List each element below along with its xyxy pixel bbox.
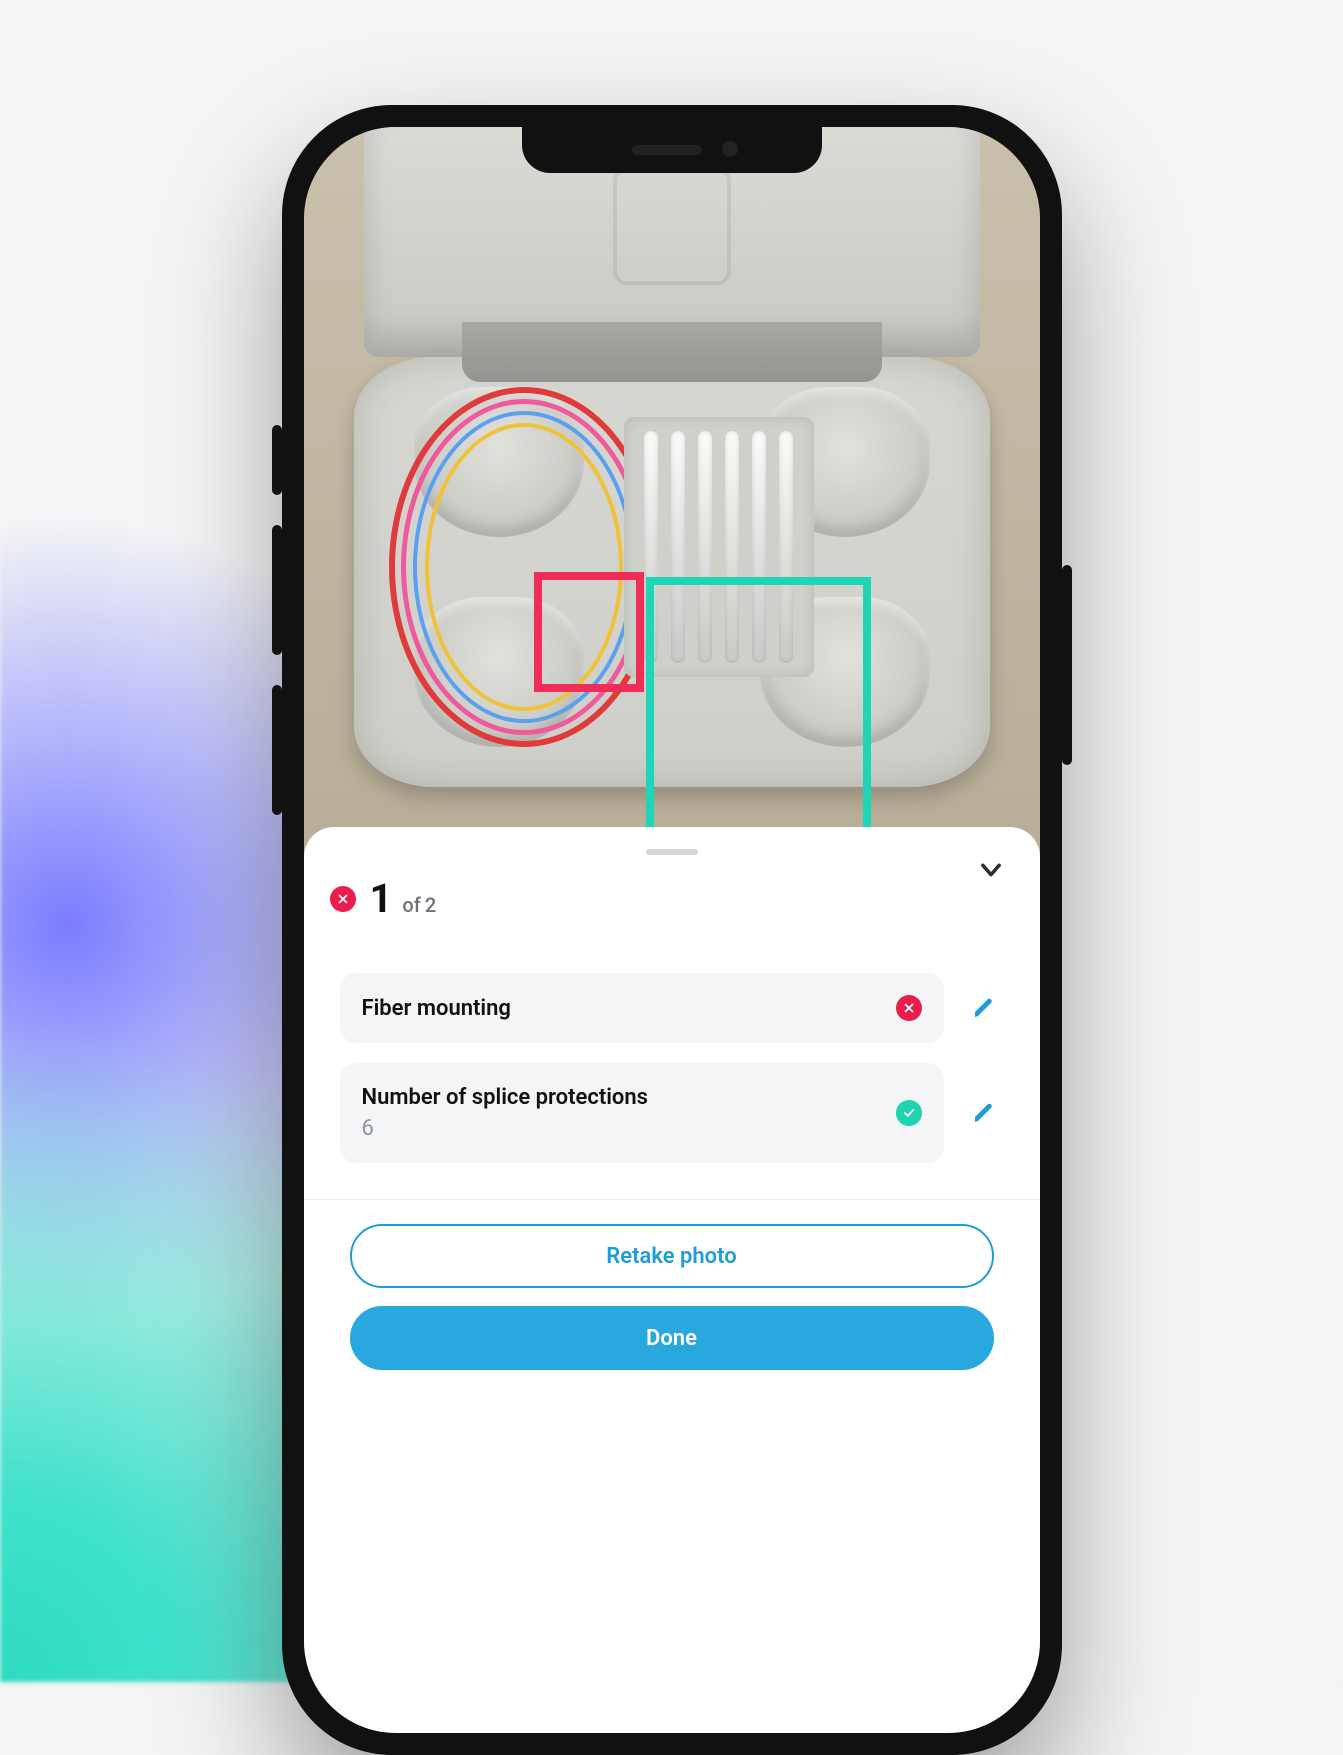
counter-of: of	[402, 893, 420, 917]
check-value: 6	[362, 1116, 880, 1141]
edit-check-button[interactable]	[964, 973, 1004, 1043]
check-row: Number of splice protections 6	[340, 1063, 1004, 1163]
phone-power-button	[1062, 565, 1072, 765]
phone-side-button	[272, 425, 282, 495]
x-icon	[902, 1001, 916, 1015]
phone-screen: 1 of 2 Fiber mounting	[304, 127, 1040, 1733]
check-card-fiber-mounting[interactable]: Fiber mounting	[340, 973, 944, 1043]
pencil-icon	[972, 996, 996, 1020]
check-icon	[902, 1106, 916, 1120]
page-counter: 1 of 2	[370, 879, 437, 919]
chevron-down-icon	[977, 856, 1005, 884]
splice-protections-bbox	[646, 577, 871, 857]
sheet-drag-handle[interactable]	[646, 849, 698, 855]
done-button[interactable]: Done	[350, 1306, 994, 1370]
status-badge-ok	[896, 1100, 922, 1126]
counter-current: 1	[370, 875, 393, 922]
counter-total: 2	[425, 893, 436, 917]
fiber-mounting-bbox	[534, 572, 644, 692]
sheet-header: 1 of 2	[330, 879, 1014, 919]
phone-frame: 1 of 2 Fiber mounting	[282, 105, 1062, 1755]
check-title: Fiber mounting	[362, 996, 880, 1021]
fiber-loops	[389, 387, 659, 747]
check-title: Number of splice protections	[362, 1085, 880, 1110]
results-sheet: 1 of 2 Fiber mounting	[304, 827, 1040, 1733]
phone-volume-down	[272, 685, 282, 815]
edit-check-button[interactable]	[964, 1063, 1004, 1163]
pencil-icon	[972, 1101, 996, 1125]
divider	[304, 1199, 1040, 1200]
phone-notch	[522, 127, 822, 173]
check-list: Fiber mounting	[330, 973, 1014, 1163]
tray-hinge	[462, 322, 882, 382]
status-badge-error	[330, 886, 356, 912]
retake-photo-button[interactable]: Retake photo	[350, 1224, 994, 1288]
phone-volume-up	[272, 525, 282, 655]
status-badge-error	[896, 995, 922, 1021]
check-row: Fiber mounting	[340, 973, 1004, 1043]
collapse-sheet-button[interactable]	[972, 851, 1010, 889]
action-buttons: Retake photo Done	[330, 1224, 1014, 1410]
x-icon	[336, 892, 350, 906]
check-card-splice-protections[interactable]: Number of splice protections 6	[340, 1063, 944, 1163]
